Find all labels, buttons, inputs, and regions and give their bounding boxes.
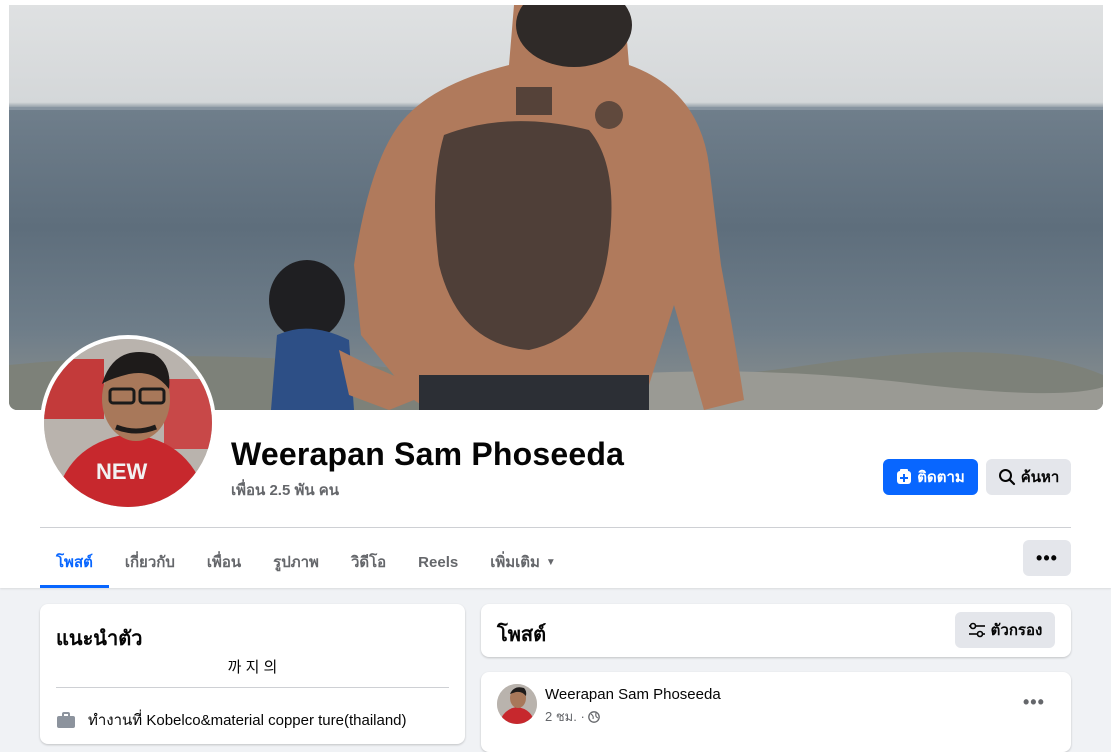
intro-divider xyxy=(56,687,449,688)
follow-button-label: ติดตาม xyxy=(917,469,965,486)
tab-videos[interactable]: วิดีโอ xyxy=(335,538,402,586)
post-time[interactable]: 2 ชม. · xyxy=(545,706,585,727)
filter-button-label: ตัวกรอง xyxy=(990,622,1043,639)
follow-plus-icon xyxy=(897,469,912,484)
caret-down-icon: ▼ xyxy=(545,556,556,568)
follow-button[interactable]: ติดตาม xyxy=(883,459,978,495)
filter-sliders-icon xyxy=(968,622,985,638)
intro-title: แนะนำตัว xyxy=(56,628,143,650)
post-more-options-button[interactable]: ••• xyxy=(1023,692,1045,713)
search-button-label: ค้นหา xyxy=(1020,469,1060,486)
tab-reels[interactable]: Reels xyxy=(402,538,474,586)
globe-icon[interactable] xyxy=(587,710,600,723)
search-icon xyxy=(998,469,1015,486)
profile-tabs: โพสต์ เกี่ยวกับ เพื่อน รูปภาพ วิดีโอ Ree… xyxy=(40,538,572,588)
header-divider xyxy=(40,527,1071,528)
post-author-avatar[interactable] xyxy=(497,684,537,724)
search-button[interactable]: ค้นหา xyxy=(986,459,1071,495)
tab-posts[interactable]: โพสต์ xyxy=(40,538,109,588)
intro-work-item: ทำงานที่ Kobelco&material copper ture(th… xyxy=(56,708,407,732)
profile-name: Weerapan Sam Phoseeda xyxy=(231,436,625,472)
post-author-name[interactable]: Weerapan Sam Phoseeda xyxy=(545,686,721,703)
intro-work-text: ทำงานที่ Kobelco&material copper ture(th… xyxy=(88,712,407,729)
profile-avatar[interactable]: NEW xyxy=(40,335,216,511)
tab-friends[interactable]: เพื่อน xyxy=(191,538,257,586)
profile-header: NEW Weerapan Sam Phoseeda เพื่อน 2.5 พัน… xyxy=(0,0,1111,588)
posts-title: โพสต์ xyxy=(497,624,547,646)
intro-bio: 까 지 의 xyxy=(227,659,278,676)
more-options-button[interactable]: ••• xyxy=(1023,540,1071,576)
tab-photos[interactable]: รูปภาพ xyxy=(257,538,335,586)
filter-button[interactable]: ตัวกรอง xyxy=(955,612,1055,648)
intro-card: แนะนำตัว 까 지 의 ทำงานที่ Kobelco&material… xyxy=(40,604,465,744)
tab-about[interactable]: เกี่ยวกับ xyxy=(109,538,191,586)
profile-avatar-image: NEW xyxy=(44,339,212,507)
post-card: Weerapan Sam Phoseeda 2 ชม. · ••• xyxy=(481,672,1071,752)
svg-text:NEW: NEW xyxy=(96,459,148,484)
posts-header-card: โพสต์ ตัวกรอง xyxy=(481,604,1071,657)
friends-count-link[interactable]: เพื่อน 2.5 พัน คน xyxy=(231,478,339,502)
tab-more[interactable]: เพิ่มเติม ▼ xyxy=(474,538,572,586)
post-meta: 2 ชม. · xyxy=(545,706,600,727)
